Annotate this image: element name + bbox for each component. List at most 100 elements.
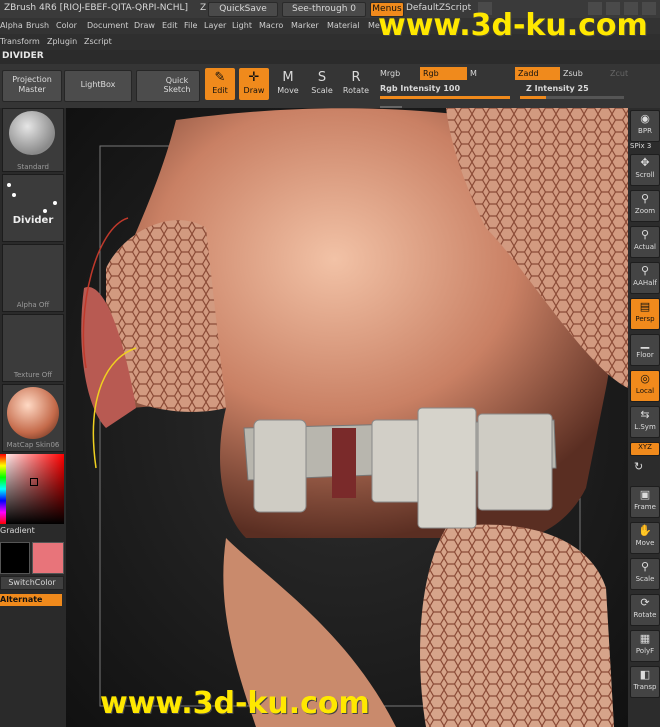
frame-button[interactable]: ▣ Frame xyxy=(630,486,660,518)
persp-button[interactable]: ▤ Persp xyxy=(630,298,660,330)
material-thumbnail[interactable]: MatCap Skin06 xyxy=(2,384,64,452)
projection-master-button[interactable]: Projection Master xyxy=(2,70,62,102)
menu-brush[interactable]: Brush xyxy=(26,21,49,30)
mrgb-button[interactable]: Mrgb xyxy=(380,69,400,78)
polyf-button[interactable]: ▦ PolyF xyxy=(630,630,660,662)
see-through-slider[interactable]: See-through 0 xyxy=(282,2,366,17)
alternate-button[interactable]: Alternate xyxy=(0,594,62,606)
main-color-swatch[interactable] xyxy=(0,542,30,574)
m-button[interactable]: M xyxy=(470,69,477,78)
watermark-bottom: www.3d-ku.com xyxy=(100,686,370,721)
menu-zplugin[interactable]: Zplugin xyxy=(47,37,77,46)
model-viewport xyxy=(66,108,628,727)
draw-button[interactable]: ✛ Draw xyxy=(239,68,269,100)
palette-title: DIVIDER xyxy=(2,51,44,61)
projection-master-label: Projection Master xyxy=(12,75,52,94)
matcap-sphere-icon xyxy=(7,387,59,439)
switch-color-button[interactable]: SwitchColor xyxy=(0,576,64,590)
menu-document[interactable]: Document xyxy=(87,21,128,30)
stroke-thumbnail[interactable]: Divider xyxy=(2,174,64,242)
switch-color-label: SwitchColor xyxy=(8,578,56,587)
xyz-button[interactable]: XYZ xyxy=(630,442,660,456)
rotate-view-icon: ⟳ xyxy=(640,596,650,609)
stroke-label: Divider xyxy=(12,215,54,226)
menu-layer[interactable]: Layer xyxy=(204,21,226,30)
transp-button[interactable]: ◧ Transp xyxy=(630,666,660,698)
transp-label: Transp xyxy=(633,683,657,691)
zoom-label: Zoom xyxy=(634,207,656,215)
frame-icon: ▣ xyxy=(639,488,651,501)
bpr-button[interactable]: ◉ BPR xyxy=(630,110,660,142)
rgb-button[interactable]: Rgb xyxy=(420,67,467,80)
zadd-button[interactable]: Zadd xyxy=(515,67,560,80)
hue-bar[interactable] xyxy=(0,454,6,524)
quick-sketch-button[interactable]: Quick Sketch xyxy=(136,70,200,102)
local-button[interactable]: ◎ Local xyxy=(630,370,660,402)
lsym-button[interactable]: ⇆ L.Sym xyxy=(630,406,660,438)
secondary-color-swatch[interactable] xyxy=(32,542,64,574)
alpha-thumbnail[interactable]: Alpha Off xyxy=(2,244,64,312)
rotate-button[interactable]: R Rotate xyxy=(341,68,371,100)
menu-transform[interactable]: Transform xyxy=(0,37,40,46)
floor-icon: ▁ xyxy=(640,336,650,349)
edit-button[interactable]: ✎ Edit xyxy=(205,68,235,100)
brush-label: Standard xyxy=(17,163,49,171)
menu-light[interactable]: Light xyxy=(232,21,252,30)
brush-thumbnail[interactable]: Standard xyxy=(2,108,64,172)
quicksave-button[interactable]: QuickSave xyxy=(208,2,278,17)
persp-icon: ▤ xyxy=(639,300,651,313)
zoom-button[interactable]: ⚲ Zoom xyxy=(630,190,660,222)
rgb-intensity-slider[interactable] xyxy=(380,96,510,99)
zcut-button[interactable]: Zcut xyxy=(610,69,628,78)
rgb-intensity-label: Rgb Intensity 100 xyxy=(380,84,461,93)
lsym-label: L.Sym xyxy=(634,423,656,431)
zsub-button[interactable]: Zsub xyxy=(563,69,583,78)
menu-zscript[interactable]: Zscript xyxy=(84,37,112,46)
z-intensity-label: Z Intensity 25 xyxy=(526,84,589,93)
texture-thumbnail[interactable]: Texture Off xyxy=(2,314,64,382)
scale-view-icon: ⚲ xyxy=(640,560,650,573)
gradient-label[interactable]: Gradient xyxy=(0,526,35,535)
rotate-icon: R xyxy=(351,70,361,85)
texture-label: Texture Off xyxy=(13,371,53,379)
scroll-icon: ✥ xyxy=(640,156,650,169)
left-tray: Standard Divider Alpha Off Texture Off M… xyxy=(0,108,66,727)
color-cursor-icon xyxy=(30,478,38,486)
stroke-dot-icon xyxy=(7,183,11,187)
rotate-view-label: Rotate xyxy=(633,611,657,619)
document-canvas[interactable] xyxy=(66,108,628,727)
scale-view-label: Scale xyxy=(635,575,655,583)
menu-file[interactable]: File xyxy=(184,21,197,30)
bpr-icon: ◉ xyxy=(640,112,650,125)
draw-label: Draw xyxy=(243,86,265,95)
move-view-button[interactable]: ✋ Move xyxy=(630,522,660,554)
scroll-button[interactable]: ✥ Scroll xyxy=(630,154,660,186)
polyf-icon: ▦ xyxy=(639,632,651,645)
move-view-icon: ✋ xyxy=(638,524,652,537)
move-view-label: Move xyxy=(635,539,655,547)
move-button[interactable]: M Move xyxy=(273,68,303,100)
spix-slider[interactable]: SPix 3 xyxy=(630,142,658,152)
lightbox-button[interactable]: LightBox xyxy=(64,70,132,102)
floor-button[interactable]: ▁ Floor xyxy=(630,334,660,366)
actual-button[interactable]: ⚲ Actual xyxy=(630,226,660,258)
frame-label: Frame xyxy=(634,503,656,511)
xyz-label: XYZ xyxy=(638,443,652,451)
menu-color[interactable]: Color xyxy=(56,21,77,30)
color-picker[interactable] xyxy=(0,454,64,524)
scale-view-button[interactable]: ⚲ Scale xyxy=(630,558,660,590)
z-intensity-fill xyxy=(520,96,546,99)
aahalf-button[interactable]: ⚲ AAHalf xyxy=(630,262,660,294)
rotate-axis-icon[interactable]: ↻ xyxy=(634,460,643,473)
scale-button[interactable]: S Scale xyxy=(307,68,337,100)
menu-alpha[interactable]: Alpha xyxy=(0,21,23,30)
menu-edit[interactable]: Edit xyxy=(162,21,178,30)
edit-icon: ✎ xyxy=(214,70,226,85)
z-indicator: Z xyxy=(200,3,207,13)
rotate-view-button[interactable]: ⟳ Rotate xyxy=(630,594,660,626)
menu-draw[interactable]: Draw xyxy=(134,21,155,30)
menu-marker[interactable]: Marker xyxy=(291,21,319,30)
menu-material[interactable]: Material xyxy=(327,21,360,30)
z-intensity-slider[interactable] xyxy=(520,96,624,99)
menu-macro[interactable]: Macro xyxy=(259,21,283,30)
